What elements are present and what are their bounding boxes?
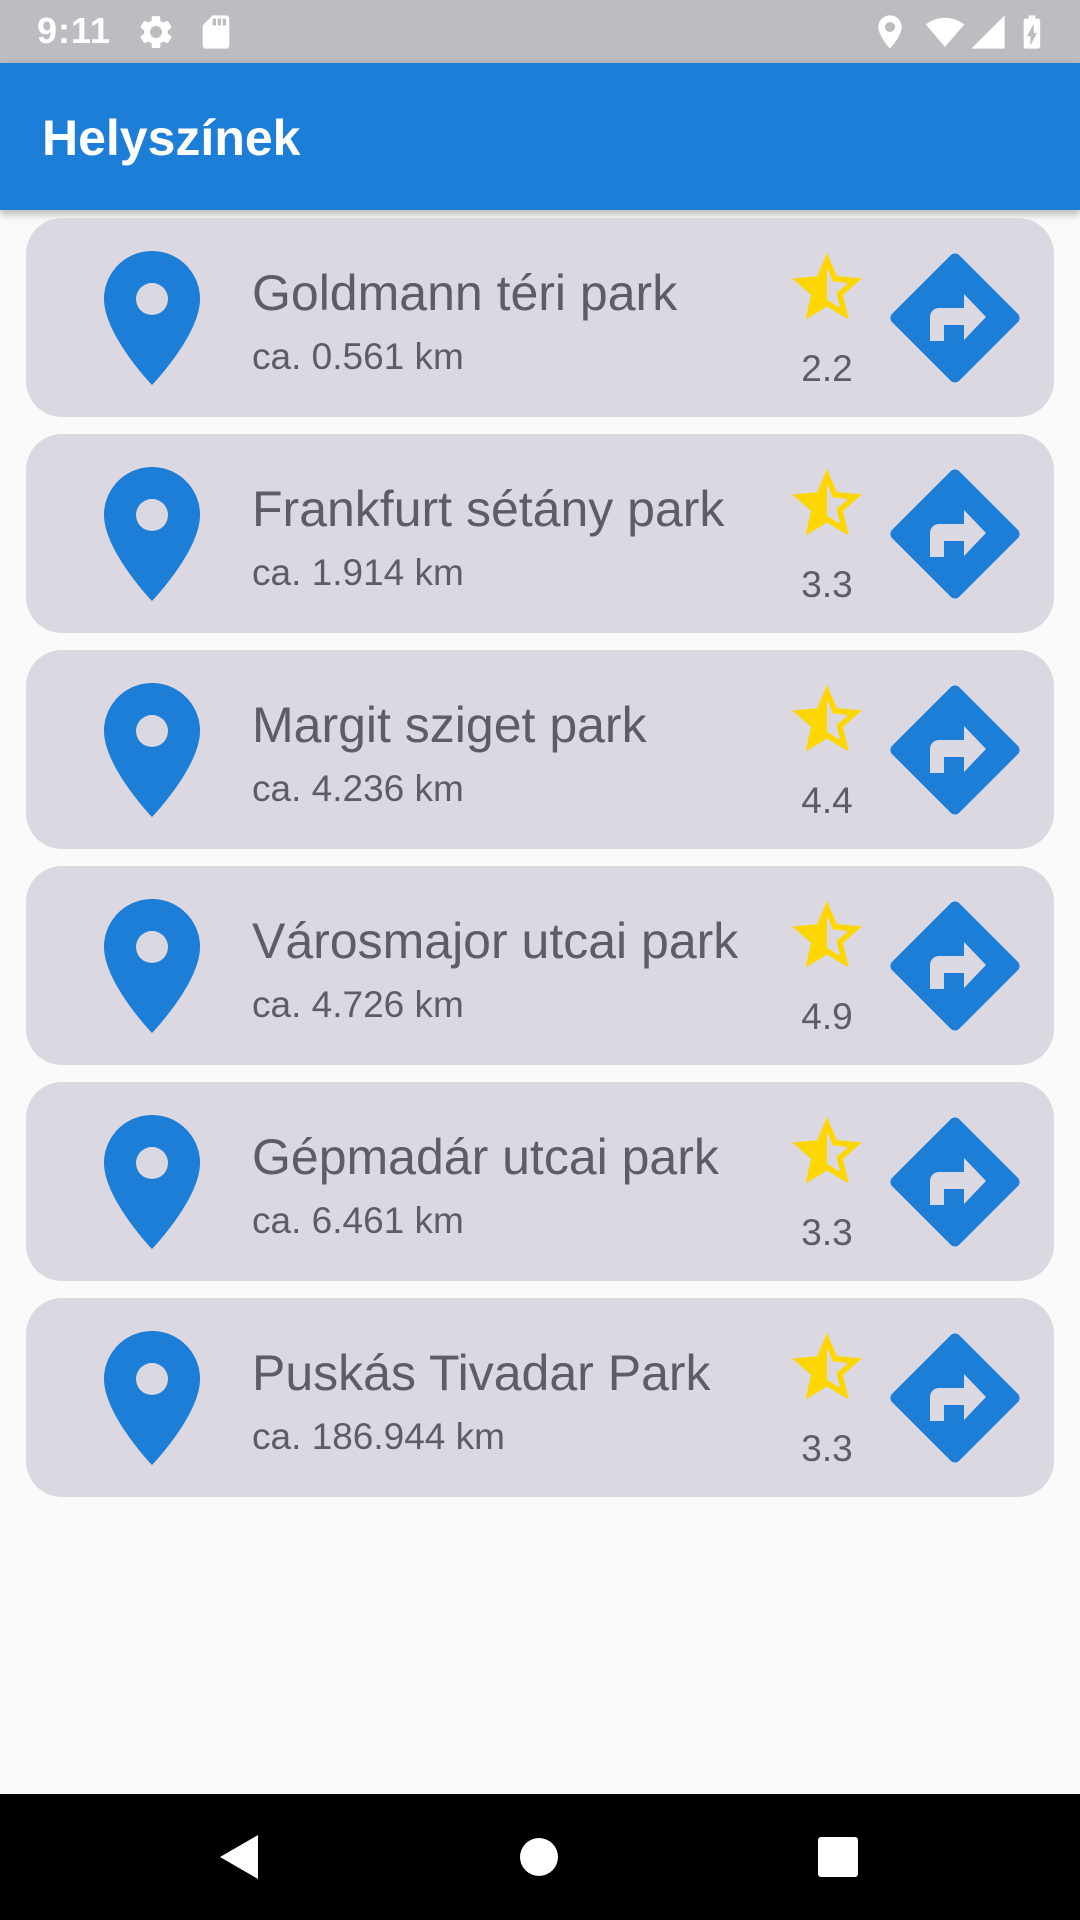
settings-icon	[140, 16, 172, 48]
place-name: Margit sziget park	[252, 697, 647, 753]
place-name: Goldmann téri park	[252, 265, 678, 321]
place-distance: ca. 4.236 km	[252, 768, 464, 809]
map-pin-icon	[104, 683, 200, 817]
directions-button[interactable]	[888, 1331, 1022, 1465]
battery-charging-icon	[1023, 15, 1041, 49]
place-card[interactable]: Frankfurt sétány park ca. 1.914 km 3.3	[26, 434, 1054, 633]
star-half-icon	[792, 1333, 862, 1400]
app-bar: Helyszínek	[0, 63, 1080, 210]
star-half-icon	[792, 469, 862, 536]
place-name: Gépmadár utcai park	[252, 1129, 719, 1185]
place-card[interactable]: Puskás Tivadar Park ca. 186.944 km 3.3	[26, 1298, 1054, 1497]
place-rating: 4.4	[801, 780, 853, 821]
place-rating: 3.3	[801, 1428, 853, 1469]
wifi-icon	[925, 17, 965, 47]
directions-button[interactable]	[888, 467, 1022, 601]
star-half-icon	[792, 901, 862, 968]
place-card[interactable]: Városmajor utcai park ca. 4.726 km 4.9	[26, 866, 1054, 1065]
place-distance: ca. 1.914 km	[252, 552, 464, 593]
star-half-icon	[792, 685, 862, 752]
home-icon[interactable]	[509, 1827, 569, 1887]
system-nav-bar	[0, 1794, 1080, 1920]
recents-icon[interactable]	[808, 1827, 868, 1887]
place-card[interactable]: Goldmann téri park ca. 0.561 km 2.2	[26, 218, 1054, 417]
map-pin-icon	[104, 467, 200, 601]
directions-button[interactable]	[888, 251, 1022, 385]
map-pin-icon	[104, 1115, 200, 1249]
place-distance: ca. 186.944 km	[252, 1416, 505, 1457]
place-name: Frankfurt sétány park	[252, 481, 725, 537]
sd-card-icon	[202, 15, 230, 49]
star-half-icon	[792, 253, 862, 320]
map-pin-icon	[104, 1331, 200, 1465]
place-rating: 2.2	[801, 348, 853, 389]
map-pin-icon	[104, 251, 200, 385]
back-icon[interactable]	[208, 1827, 268, 1887]
places-list: Goldmann téri park ca. 0.561 km 2.2 Fran…	[0, 218, 1080, 1514]
place-rating: 4.9	[801, 996, 853, 1037]
directions-button[interactable]	[888, 899, 1022, 1033]
location-icon	[878, 15, 902, 49]
place-name: Puskás Tivadar Park	[252, 1345, 711, 1401]
place-distance: ca. 4.726 km	[252, 984, 464, 1025]
signal-icon	[971, 15, 1005, 49]
place-rating: 3.3	[801, 564, 853, 605]
directions-button[interactable]	[888, 1115, 1022, 1249]
place-card[interactable]: Margit sziget park ca. 4.236 km 4.4	[26, 650, 1054, 849]
page-title: Helyszínek	[42, 110, 301, 166]
map-pin-icon	[104, 899, 200, 1033]
star-half-icon	[792, 1117, 862, 1184]
status-time: 9:11	[37, 10, 112, 51]
place-card[interactable]: Gépmadár utcai park ca. 6.461 km 3.3	[26, 1082, 1054, 1281]
status-bar: 9:11	[0, 0, 1080, 63]
place-distance: ca. 6.461 km	[252, 1200, 464, 1241]
place-rating: 3.3	[801, 1212, 853, 1253]
place-name: Városmajor utcai park	[252, 913, 739, 969]
place-distance: ca. 0.561 km	[252, 336, 464, 377]
directions-button[interactable]	[888, 683, 1022, 817]
